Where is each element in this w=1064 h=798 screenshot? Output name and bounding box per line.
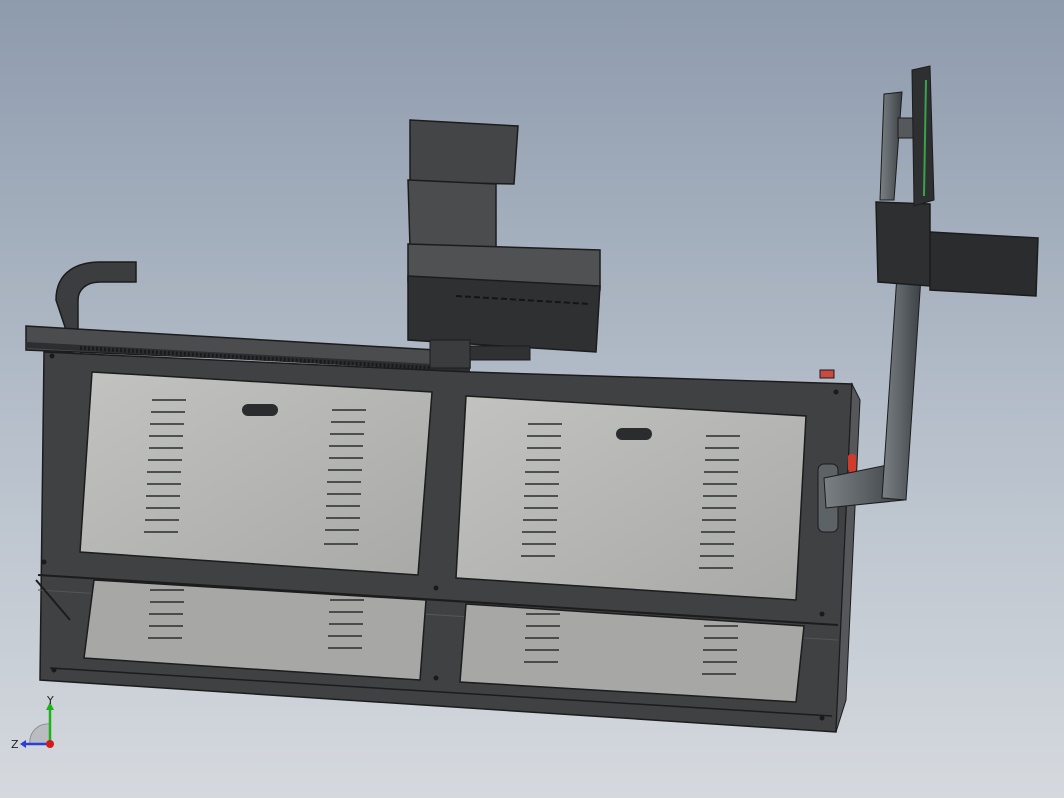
small-red-tab (819, 369, 835, 379)
upper-right-panel (455, 395, 807, 601)
y-axis-label: Y (46, 694, 54, 707)
top-device (407, 119, 601, 369)
x-axis-dot (46, 740, 54, 748)
handle (616, 428, 652, 440)
hook-pipe (55, 261, 137, 331)
cad-model-view[interactable]: Y Z (0, 0, 1064, 798)
cad-viewport[interactable]: Y Z (0, 0, 1064, 798)
view-triad: Y Z (11, 694, 54, 751)
red-knob (848, 454, 856, 472)
vertical-pole (881, 259, 923, 501)
handle (242, 404, 278, 416)
z-axis-label: Z (11, 738, 19, 751)
display-head (875, 65, 1039, 297)
upper-left-panel (79, 371, 433, 576)
